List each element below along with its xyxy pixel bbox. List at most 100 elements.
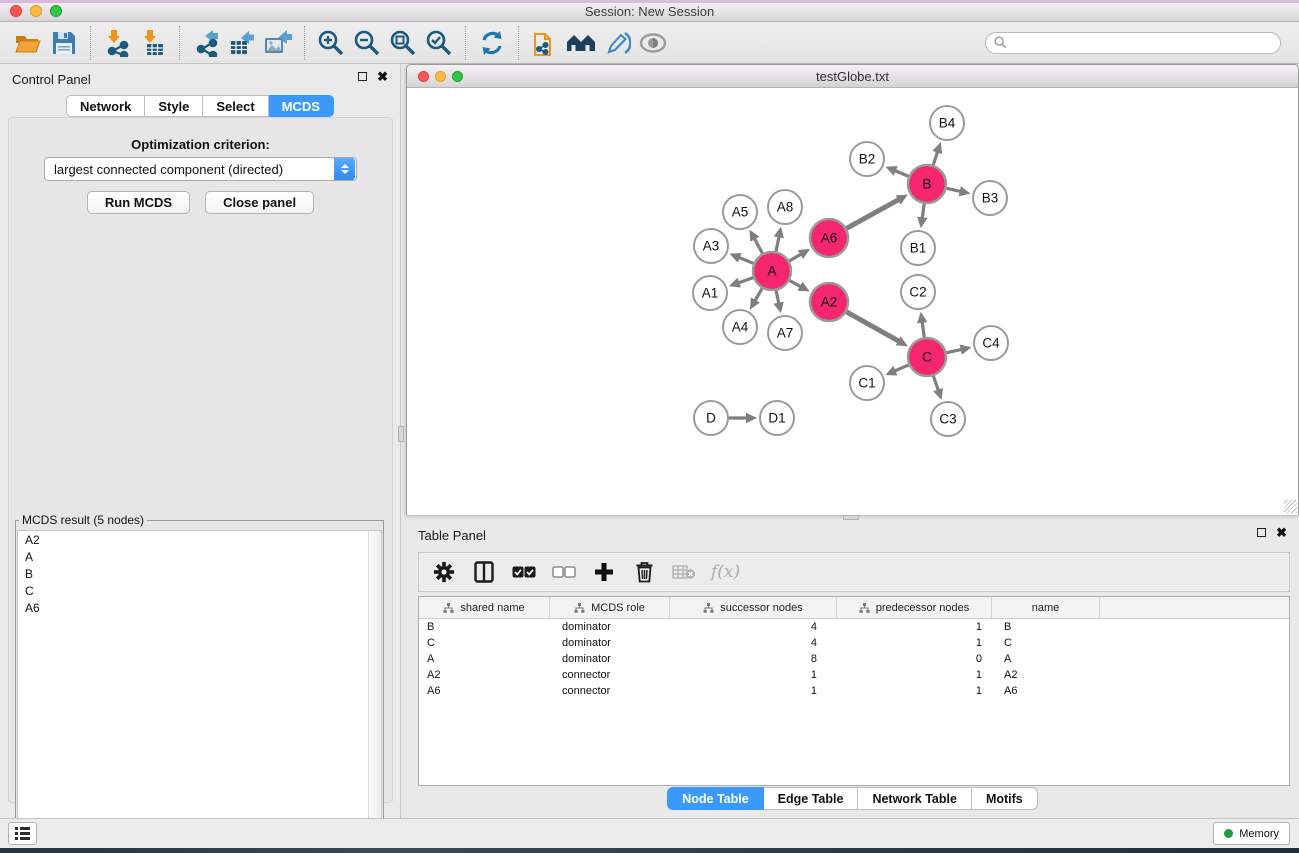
cell-shared_name[interactable]: A6 [419, 683, 550, 699]
edge-A6-B[interactable] [844, 199, 900, 230]
column-header-shared-name[interactable]: shared name [419, 597, 550, 618]
vertical-splitter-handle[interactable] [398, 426, 404, 442]
column-header-MCDS-role[interactable]: MCDS role [550, 597, 670, 618]
hide-annotations-button[interactable] [599, 26, 635, 60]
cell-mcds_role[interactable]: dominator [550, 635, 670, 651]
export-image-button[interactable] [260, 26, 296, 60]
show-columns-button[interactable] [471, 559, 497, 585]
table-row[interactable]: Bdominator41B [419, 619, 1289, 635]
tab-edge-table[interactable]: Edge Table [764, 787, 859, 810]
cell-predecessor_nodes[interactable]: 0 [837, 651, 992, 667]
cell-predecessor_nodes[interactable]: 1 [837, 683, 992, 699]
edge-A2-C[interactable] [844, 310, 900, 342]
tab-network-table[interactable]: Network Table [858, 787, 972, 810]
new-session-from-network-button[interactable] [527, 26, 563, 60]
table-row[interactable]: A2connector11A2 [419, 667, 1289, 683]
cell-shared_name[interactable]: C [419, 635, 550, 651]
zoom-in-icon [317, 29, 345, 57]
cell-name[interactable]: A2 [992, 667, 1100, 683]
search-field[interactable] [985, 32, 1281, 54]
cell-successor_nodes[interactable]: 4 [670, 635, 837, 651]
tab-mcds[interactable]: MCDS [269, 95, 334, 117]
cell-shared_name[interactable]: A2 [419, 667, 550, 683]
cell-predecessor_nodes[interactable]: 1 [837, 635, 992, 651]
cell-name[interactable]: B [992, 619, 1100, 635]
zoom-window-button[interactable] [50, 5, 62, 17]
cell-successor_nodes[interactable]: 4 [670, 619, 837, 635]
tab-motifs[interactable]: Motifs [972, 787, 1038, 810]
delete-table-button[interactable] [671, 559, 697, 585]
column-header-name[interactable]: name [992, 597, 1100, 618]
add-column-button[interactable] [591, 559, 617, 585]
optimization-criterion-dropdown[interactable]: largest connected component (directed) [44, 157, 357, 181]
refresh-button[interactable] [474, 26, 510, 60]
cell-shared_name[interactable]: B [419, 619, 550, 635]
float-panel-icon[interactable] [1257, 528, 1266, 537]
tab-select[interactable]: Select [203, 95, 268, 117]
import-network-button[interactable] [99, 26, 135, 60]
close-panel-icon[interactable]: ✖ [377, 72, 388, 81]
tab-network[interactable]: Network [66, 95, 145, 117]
show-graphics-details-button[interactable] [635, 26, 671, 60]
close-panel-button[interactable]: Close panel [205, 191, 314, 214]
table-row[interactable]: Cdominator41C [419, 635, 1289, 651]
cell-mcds_role[interactable]: connector [550, 683, 670, 699]
zoom-selected-button[interactable] [421, 26, 457, 60]
export-table-button[interactable] [224, 26, 260, 60]
cell-successor_nodes[interactable]: 1 [670, 667, 837, 683]
select-all-button[interactable] [511, 559, 537, 585]
result-list-scrollbar[interactable] [368, 531, 381, 849]
cell-name[interactable]: A [992, 651, 1100, 667]
open-session-button[interactable] [10, 26, 46, 60]
table-row[interactable]: A6connector11A6 [419, 683, 1289, 699]
deselect-all-button[interactable] [551, 559, 577, 585]
cell-successor_nodes[interactable]: 1 [670, 683, 837, 699]
close-window-button[interactable] [10, 5, 22, 17]
edge-arrowhead [960, 345, 972, 355]
cell-predecessor_nodes[interactable]: 1 [837, 619, 992, 635]
cell-shared_name[interactable]: A [419, 651, 550, 667]
search-input[interactable] [1007, 36, 1272, 50]
zoom-fit-button[interactable] [385, 26, 421, 60]
function-builder-button[interactable]: f(x) [711, 559, 740, 585]
column-header-predecessor-nodes[interactable]: predecessor nodes [837, 597, 992, 618]
edge-arrowhead [746, 413, 757, 423]
cell-name[interactable]: C [992, 635, 1100, 651]
result-list-item[interactable]: A2 [18, 531, 381, 548]
cell-mcds_role[interactable]: dominator [550, 619, 670, 635]
table-options-button[interactable] [431, 559, 457, 585]
save-session-button[interactable] [46, 26, 82, 60]
cell-predecessor_nodes[interactable]: 1 [837, 667, 992, 683]
table-row[interactable]: Adominator80A [419, 651, 1289, 667]
result-list-item[interactable]: A [18, 548, 381, 565]
close-panel-icon[interactable]: ✖ [1276, 528, 1287, 537]
window-resize-grip[interactable] [1284, 500, 1297, 513]
tab-style[interactable]: Style [145, 95, 203, 117]
network-canvas[interactable]: B4B2BB3A8A5A6A3B1AC2A1A2A4A7C4CC1DD1C3 [407, 88, 1298, 515]
network-window-titlebar[interactable]: testGlobe.txt [407, 65, 1298, 88]
minimize-window-button[interactable] [30, 5, 42, 17]
cell-mcds_role[interactable]: dominator [550, 651, 670, 667]
result-list-item[interactable]: C [18, 582, 381, 599]
result-list-item[interactable]: A6 [18, 599, 381, 616]
result-list-item[interactable]: B [18, 565, 381, 582]
memory-button[interactable]: Memory [1213, 822, 1290, 845]
node-label-B3: B3 [982, 191, 999, 206]
tab-node-table[interactable]: Node Table [667, 787, 763, 810]
table-tabs: Node TableEdge TableNetwork TableMotifs [406, 787, 1299, 810]
column-header-successor-nodes[interactable]: successor nodes [670, 597, 837, 618]
task-history-button[interactable] [8, 822, 37, 845]
float-panel-icon[interactable] [358, 72, 367, 81]
cell-successor_nodes[interactable]: 8 [670, 651, 837, 667]
toolbar-separator [90, 26, 91, 60]
cell-name[interactable]: A6 [992, 683, 1100, 699]
export-network-button[interactable] [188, 26, 224, 60]
import-table-button[interactable] [135, 26, 171, 60]
node-label-C3: C3 [939, 412, 956, 427]
show-all-networks-button[interactable] [563, 26, 599, 60]
zoom-in-button[interactable] [313, 26, 349, 60]
delete-column-button[interactable] [631, 559, 657, 585]
run-mcds-button[interactable]: Run MCDS [87, 191, 190, 214]
zoom-out-button[interactable] [349, 26, 385, 60]
cell-mcds_role[interactable]: connector [550, 667, 670, 683]
